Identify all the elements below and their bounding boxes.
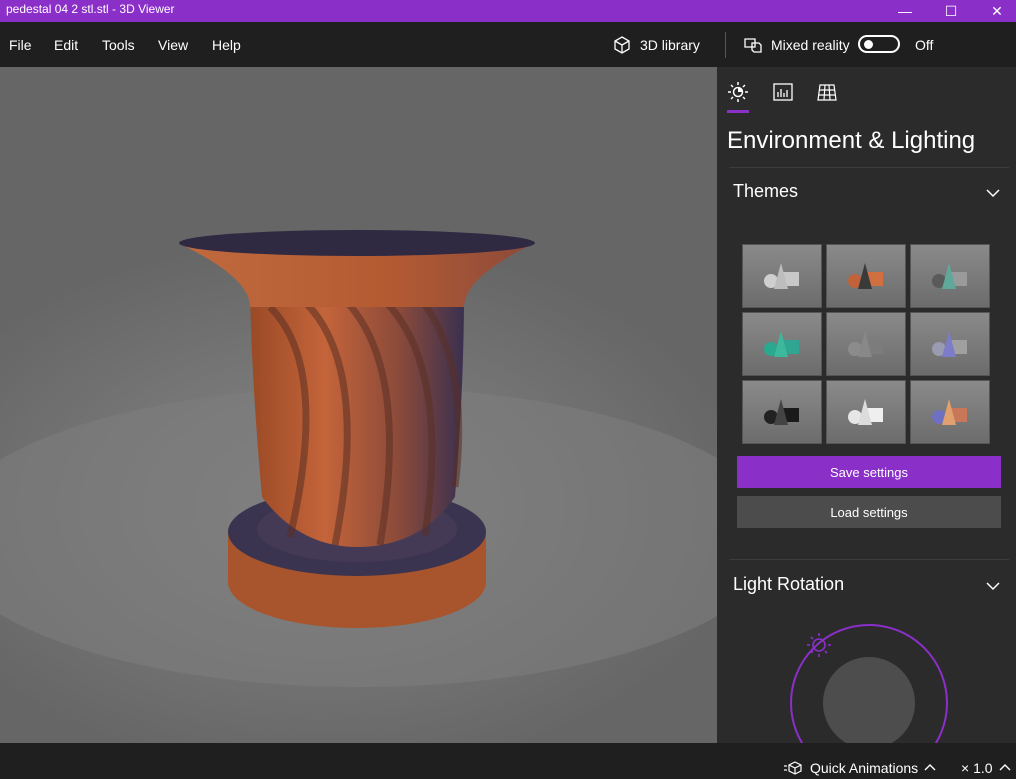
chevron-up-icon xyxy=(999,764,1011,771)
animation-speed-button[interactable]: × 1.0 xyxy=(961,760,1011,776)
theme-teal[interactable] xyxy=(910,244,990,308)
library-button[interactable]: 3D library xyxy=(612,35,700,55)
light-rotation-dial[interactable] xyxy=(777,615,957,743)
themes-title: Themes xyxy=(733,181,799,201)
3d-viewport[interactable] xyxy=(0,67,717,743)
theme-grey[interactable] xyxy=(826,312,906,376)
theme-preview-shapes xyxy=(932,331,967,357)
theme-preview-shapes xyxy=(932,263,967,289)
menu-bar: File Edit Tools View Help 3D library Mix… xyxy=(0,22,1016,67)
quick-animations-button[interactable]: Quick Animations xyxy=(784,760,936,776)
theme-sunset[interactable] xyxy=(910,380,990,444)
close-button[interactable]: ✕ xyxy=(974,0,1016,22)
theme-preview-shapes xyxy=(848,331,883,357)
quick-animations-label: Quick Animations xyxy=(810,760,919,776)
chevron-up-icon xyxy=(924,764,936,771)
light-sphere xyxy=(823,657,915,743)
close-icon: ✕ xyxy=(991,2,1003,19)
theme-warm[interactable] xyxy=(826,244,906,308)
theme-light[interactable] xyxy=(826,380,906,444)
theme-preview-shapes xyxy=(764,263,799,289)
light-rotation-title: Light Rotation xyxy=(733,574,845,594)
theme-preview-shapes xyxy=(764,331,799,357)
maximize-button[interactable]: ☐ xyxy=(928,0,974,22)
animation-cube-icon xyxy=(784,761,802,775)
panel-heading: Environment & Lighting xyxy=(727,127,976,154)
load-settings-button[interactable]: Load settings xyxy=(737,496,1001,528)
mixed-reality-label: Mixed reality xyxy=(771,37,850,53)
title-bar: pedestal 04 2 stl.stl - 3D Viewer — ☐ ✕ xyxy=(0,0,1016,22)
menu-edit[interactable]: Edit xyxy=(54,37,78,53)
theme-preview-shapes xyxy=(932,399,967,425)
theme-default[interactable] xyxy=(742,244,822,308)
window-title: pedestal 04 2 stl.stl - 3D Viewer xyxy=(6,2,175,16)
divider xyxy=(729,559,1009,560)
menu-view[interactable]: View xyxy=(158,37,188,53)
sun-icon[interactable] xyxy=(727,81,749,103)
save-settings-button[interactable]: Save settings xyxy=(737,456,1001,488)
theme-green[interactable] xyxy=(742,312,822,376)
menu-tools[interactable]: Tools xyxy=(102,37,135,53)
chevron-down-icon xyxy=(986,189,1000,198)
selected-tab-indicator xyxy=(727,110,749,113)
menu-file[interactable]: File xyxy=(9,37,32,53)
toggle-state-label: Off xyxy=(915,37,934,53)
menu-help[interactable]: Help xyxy=(212,37,241,53)
theme-dark[interactable] xyxy=(742,380,822,444)
theme-violet[interactable] xyxy=(910,312,990,376)
stats-icon[interactable] xyxy=(772,81,794,103)
chevron-down-icon xyxy=(986,582,1000,591)
mixed-reality-toggle[interactable] xyxy=(858,35,900,53)
maximize-icon: ☐ xyxy=(944,2,958,19)
theme-preview-shapes xyxy=(848,399,883,425)
cube-icon xyxy=(614,36,630,54)
mixed-reality-button[interactable]: Mixed reality xyxy=(743,35,850,55)
toggle-knob xyxy=(864,40,873,49)
minimize-icon: — xyxy=(898,3,912,19)
toolbar-divider xyxy=(725,32,726,58)
grid-icon[interactable] xyxy=(816,81,838,103)
mixed-reality-icon xyxy=(744,38,762,53)
settings-panel: Environment & Lighting Themes Save setti… xyxy=(717,67,1016,743)
model-render xyxy=(0,230,717,687)
speed-label: × 1.0 xyxy=(961,760,993,776)
minimize-button[interactable]: — xyxy=(882,0,928,22)
library-label: 3D library xyxy=(640,37,700,53)
theme-grid xyxy=(742,244,992,444)
status-bar: Quick Animations × 1.0 xyxy=(0,743,1016,779)
theme-preview-shapes xyxy=(764,399,799,425)
theme-preview-shapes xyxy=(848,263,883,289)
divider xyxy=(729,167,1009,168)
